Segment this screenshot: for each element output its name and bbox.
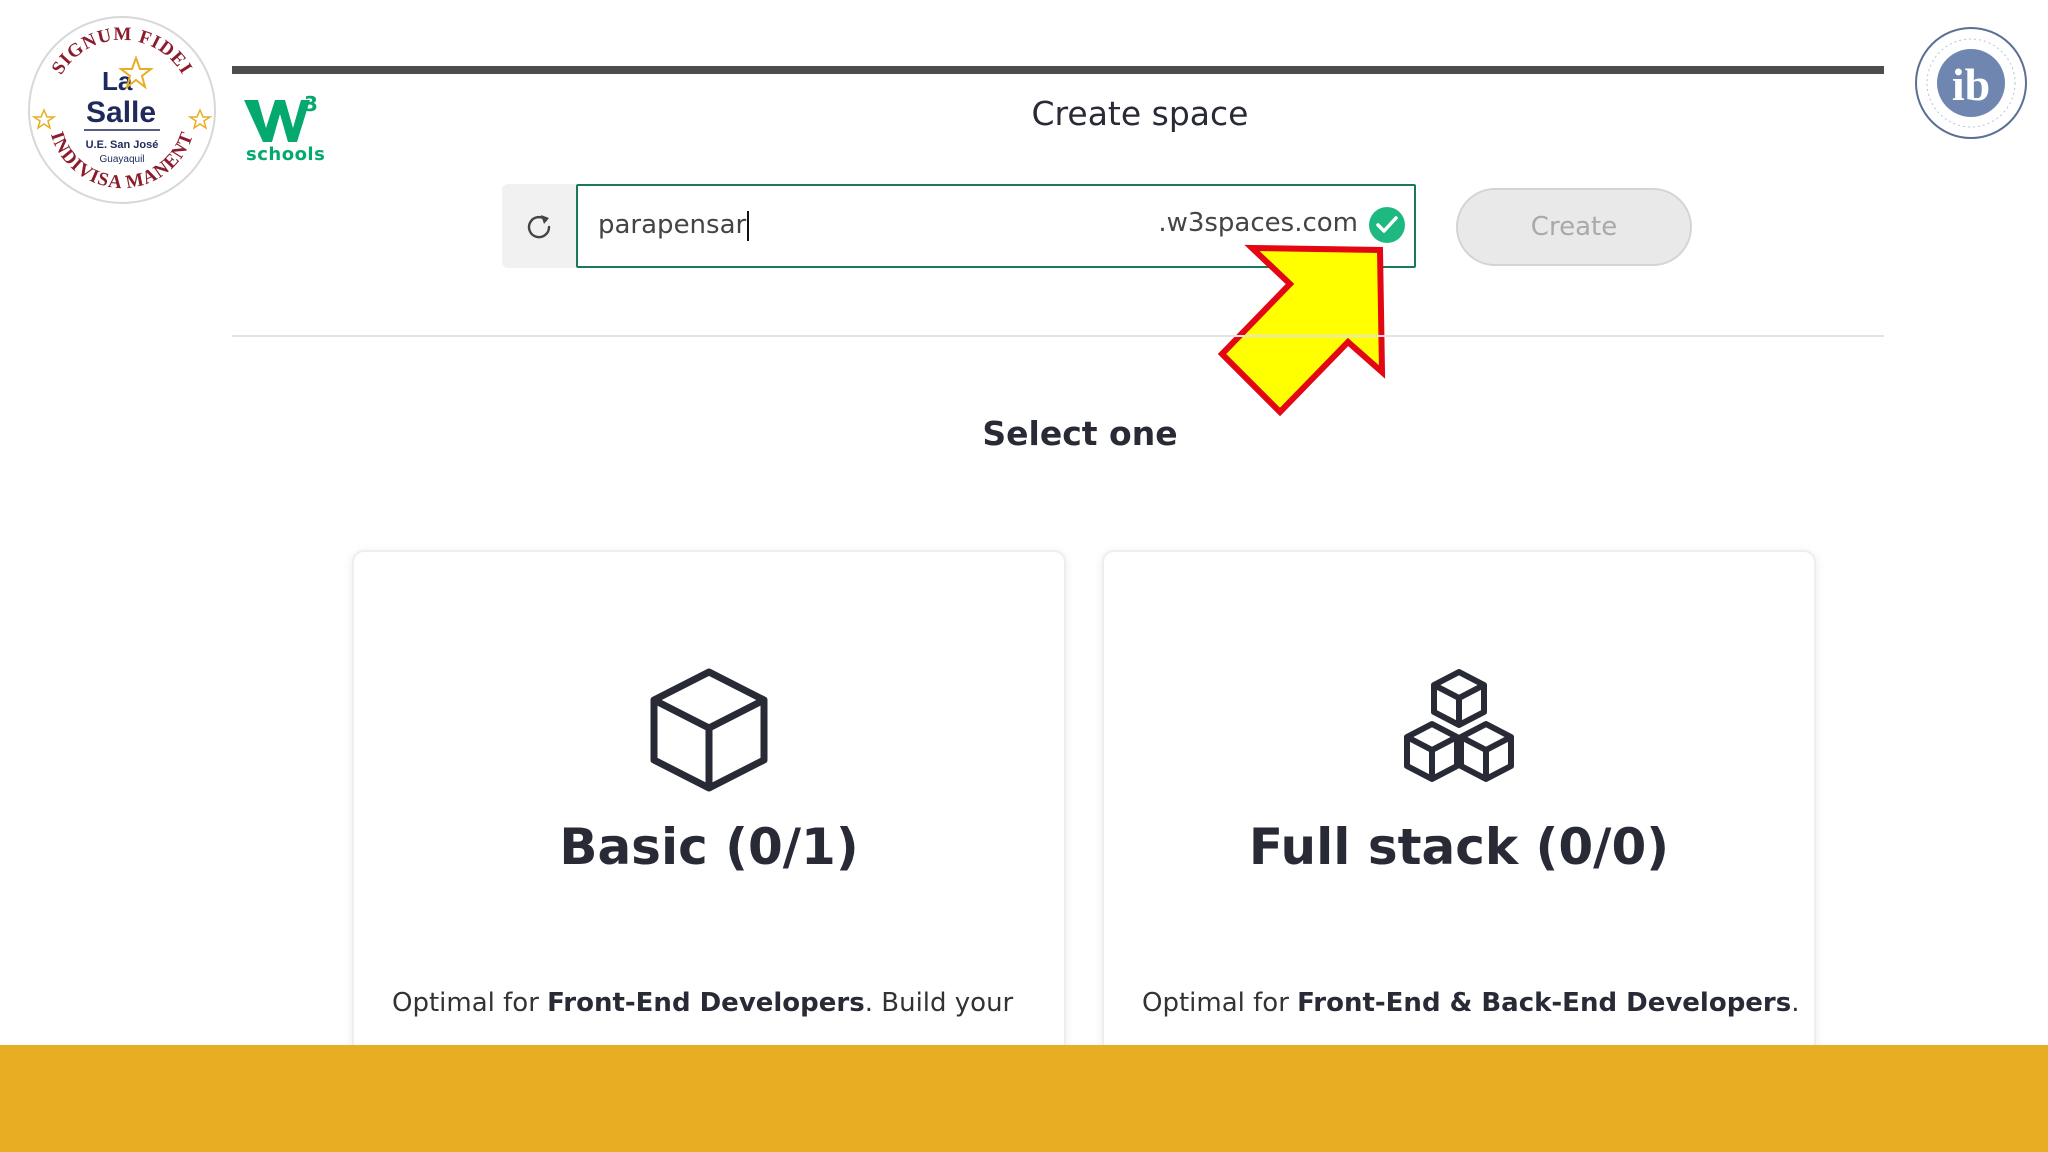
card-title: Full stack (0/0) [1248,818,1670,876]
create-button[interactable]: Create [1456,188,1692,266]
select-one-heading: Select one [982,414,1178,453]
footer-band [0,1045,2048,1152]
w3schools-wordmark: schools [246,144,326,165]
svg-text:Salle: Salle [86,96,156,129]
full-stack-plan-card[interactable]: Full stack (0/0) Optimal for Front-End &… [1102,550,1816,1074]
cubes-icon [1404,669,1514,782]
space-name-value: parapensar [598,210,747,240]
section-divider [232,335,1884,337]
cube-icon [650,668,768,792]
basic-plan-card[interactable]: Basic (0/1) Optimal for Front-End Develo… [352,550,1066,1074]
svg-text:U.E. San José: U.E. San José [86,139,159,151]
svg-text:Guayaquil: Guayaquil [99,154,144,165]
w3schools-superscript: 3 [304,92,318,116]
card-description: Optimal for Front-End Developers. Build … [392,988,1014,1018]
domain-suffix: .w3spaces.com [1158,208,1358,238]
svg-text:ib: ib [1952,59,1990,110]
w3schools-logo[interactable]: 3 schools [244,92,325,166]
card-title: Basic (0/1) [559,818,859,876]
check-circle-icon [1369,207,1405,243]
card-description: Optimal for Front-End & Back-End Develop… [1142,988,1800,1018]
text-caret [747,210,750,241]
school-seal-logo: SIGNUM FIDEI INDIVISA MANENT La Salle U.… [28,16,216,204]
page-title: Create space [1031,94,1249,133]
refresh-icon [527,215,551,239]
refresh-button[interactable] [502,184,576,268]
top-rule [232,66,1884,74]
ib-world-school-logo: ib [1915,27,2027,139]
w3schools-mark-icon [244,100,310,142]
